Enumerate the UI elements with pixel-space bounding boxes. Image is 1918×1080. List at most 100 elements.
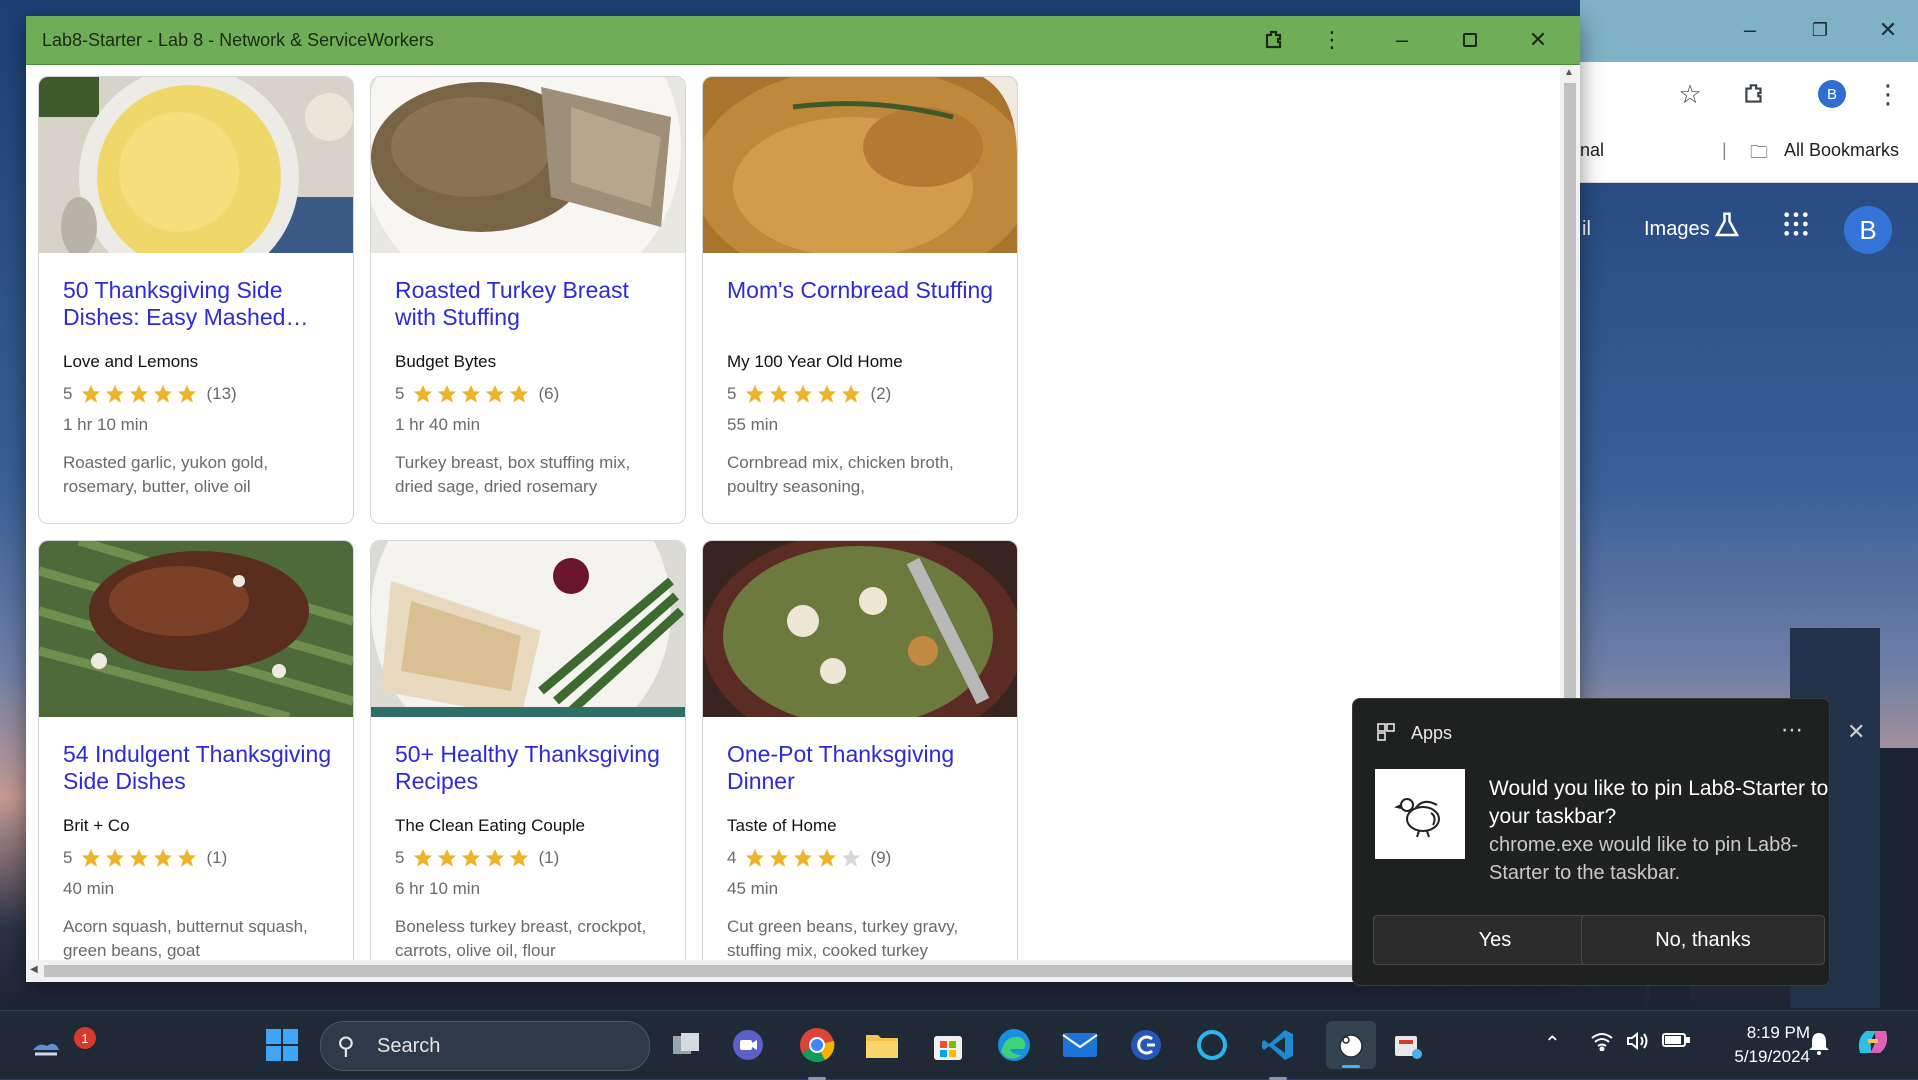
recipe-card[interactable]: Mom's Cornbread Stuffing My 100 Year Old… (702, 76, 1018, 524)
review-count: (6) (538, 384, 560, 403)
battery-icon[interactable] (1662, 1031, 1690, 1055)
close-icon[interactable]: ✕ (1870, 12, 1906, 48)
active-indicator (1342, 1065, 1360, 1068)
close-icon[interactable]: ✕ (1518, 22, 1558, 58)
no-thanks-button[interactable]: No, thanks (1581, 915, 1825, 965)
bookmark-item[interactable]: nal (1580, 140, 1604, 161)
recipe-rating: 5 (1) (63, 847, 227, 869)
recipe-image (39, 77, 353, 253)
star-filled-icon (414, 384, 433, 403)
system-clock[interactable]: 8:19 PM 5/19/2024 (1706, 1021, 1810, 1069)
recipe-title-link[interactable]: Roasted Turkey Breast with Stuffing (395, 277, 665, 331)
maximize-icon[interactable] (1450, 22, 1490, 58)
scrollbar-thumb[interactable] (44, 965, 1550, 977)
bookmark-star-icon[interactable]: ☆ (1672, 76, 1708, 112)
review-count: (2) (870, 384, 892, 403)
microsoft-store-icon[interactable] (928, 1025, 968, 1065)
toast-body: chrome.exe would like to pin Lab8-Starte… (1489, 834, 1799, 884)
apps-grid-icon[interactable] (1782, 210, 1810, 245)
extensions-icon[interactable] (1254, 22, 1294, 58)
recipe-title-link[interactable]: 54 Indulgent Thanksgiving Side Dishes (63, 741, 333, 795)
avatar[interactable]: B (1844, 206, 1892, 254)
mail-icon[interactable] (1060, 1025, 1100, 1065)
menu-dots-icon[interactable]: ⋮ (1312, 22, 1352, 58)
notification-bell-icon[interactable] (1808, 1031, 1830, 1061)
start-windows-icon[interactable] (262, 1025, 302, 1065)
star-filled-icon (462, 384, 481, 403)
gmail-partial-link[interactable]: il (1582, 218, 1591, 241)
recipe-card[interactable]: One-Pot Thanksgiving Dinner Taste of Hom… (702, 540, 1018, 960)
clock-date: 5/19/2024 (1734, 1047, 1810, 1066)
recipe-source: My 100 Year Old Home (727, 352, 903, 371)
file-explorer-icon[interactable] (862, 1025, 902, 1065)
recipe-title-link[interactable]: One-Pot Thanksgiving Dinner (727, 741, 997, 795)
vscode-icon[interactable] (1258, 1025, 1298, 1080)
recipe-card[interactable]: 50+ Healthy Thanksgiving Recipes The Cle… (370, 540, 686, 960)
copilot-search-icon[interactable] (1126, 1025, 1166, 1065)
review-count: (9) (870, 848, 892, 867)
recipe-ingredients: Roasted garlic, yukon gold, rosemary, bu… (63, 453, 269, 496)
close-icon[interactable]: ✕ (1847, 719, 1865, 745)
chrome-icon[interactable] (797, 1025, 837, 1080)
star-filled-icon (178, 384, 197, 403)
recipe-title-link[interactable]: Mom's Cornbread Stuffing (727, 277, 997, 304)
edge-icon[interactable] (994, 1025, 1034, 1065)
star-rating-icons (80, 847, 198, 869)
review-count: (13) (206, 384, 237, 403)
background-browser-window: – ❐ ✕ ☆ B ⋮ nal | 🗀 All Bookmarks (1580, 0, 1918, 183)
star-filled-icon (842, 384, 861, 403)
star-filled-icon (130, 384, 149, 403)
window-title: Lab8-Starter - Lab 8 - Network & Service… (42, 30, 434, 50)
more-options-icon[interactable]: ⋯ (1781, 717, 1803, 743)
search-icon: ⚲ (337, 1033, 355, 1060)
recipe-rating: 5 (6) (395, 383, 559, 405)
recipe-card[interactable]: Roasted Turkey Breast with Stuffing Budg… (370, 76, 686, 524)
chevron-up-icon[interactable]: ⌃ (1544, 1031, 1561, 1056)
wifi-icon[interactable] (1590, 1031, 1614, 1057)
minimize-icon[interactable]: – (1732, 12, 1768, 48)
city-building (1880, 748, 1918, 1008)
recipe-rating: 5 (2) (727, 383, 891, 405)
cortana-icon[interactable] (1192, 1025, 1232, 1065)
star-rating-icons (412, 847, 530, 869)
star-rating-icons (80, 383, 198, 405)
minimize-icon[interactable]: – (1382, 22, 1422, 58)
images-link[interactable]: Images (1644, 218, 1710, 241)
scroll-left-icon[interactable]: ◀ (30, 964, 38, 975)
star-filled-icon (818, 848, 837, 867)
star-filled-icon (82, 848, 101, 867)
rating-value: 5 (63, 384, 73, 403)
recipe-source: Brit + Co (63, 816, 130, 835)
recipe-title-link[interactable]: 50+ Healthy Thanksgiving Recipes (395, 741, 665, 795)
all-bookmarks-link[interactable]: All Bookmarks (1784, 140, 1899, 161)
scroll-up-icon[interactable]: ▲ (1564, 67, 1574, 78)
rating-value: 5 (395, 848, 405, 867)
weather-widget-icon[interactable]: 1 (26, 1025, 96, 1065)
recipe-source: Taste of Home (727, 816, 837, 835)
star-rating-icons (412, 383, 530, 405)
volume-icon[interactable] (1626, 1031, 1650, 1057)
task-view-icon[interactable] (666, 1025, 706, 1065)
review-count: (1) (206, 848, 228, 867)
snipping-tool-icon[interactable] (1388, 1025, 1428, 1065)
recipe-time: 6 hr 10 min (395, 879, 481, 898)
menu-dots-icon[interactable]: ⋮ (1870, 76, 1906, 112)
recipe-card[interactable]: 54 Indulgent Thanksgiving Side Dishes Br… (38, 540, 354, 960)
pwa-titlebar[interactable]: Lab8-Starter - Lab 8 - Network & Service… (26, 16, 1580, 65)
copilot-icon[interactable] (1854, 1025, 1892, 1065)
star-filled-icon (770, 848, 789, 867)
teams-meet-icon[interactable] (728, 1025, 768, 1065)
recipe-title-link[interactable]: 50 Thanksgiving Side Dishes: Easy Mashed… (63, 277, 333, 331)
star-filled-icon (154, 848, 173, 867)
star-filled-icon (106, 848, 125, 867)
lab8-starter-app-icon[interactable] (1326, 1021, 1376, 1069)
horizontal-scrollbar[interactable]: ◀ (26, 960, 1560, 982)
recipe-image (371, 77, 685, 253)
recipe-card[interactable]: 50 Thanksgiving Side Dishes: Easy Mashed… (38, 76, 354, 524)
restore-icon[interactable]: ❐ (1802, 12, 1838, 48)
taskbar-search[interactable]: ⚲ Search (320, 1021, 650, 1071)
profile-avatar[interactable]: B (1814, 76, 1850, 112)
extensions-icon[interactable] (1736, 76, 1772, 112)
labs-flask-icon[interactable] (1712, 210, 1742, 247)
star-rating-icons (744, 847, 862, 869)
